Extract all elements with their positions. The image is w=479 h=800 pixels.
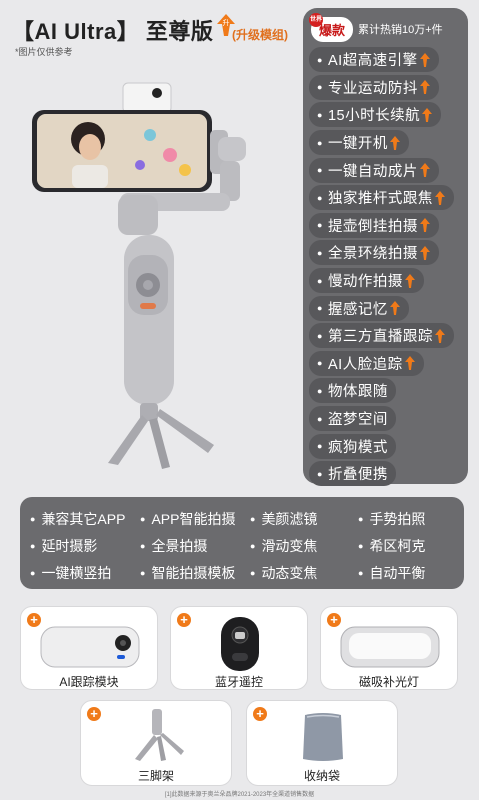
accessory-label: 磁吸补光灯 bbox=[358, 675, 419, 689]
upgrade-icon bbox=[434, 328, 445, 343]
mode-item: ● 延时摄影 bbox=[30, 537, 98, 554]
feature-item: ● 物体跟随 bbox=[309, 377, 462, 405]
plus-icon: + bbox=[253, 707, 267, 721]
accessory-label: 三脚架 bbox=[137, 769, 174, 783]
mode-item: ● 全景拍摄 bbox=[140, 537, 208, 554]
mode-item: ● 动态变焦 bbox=[250, 564, 318, 581]
feature-item: ● 专业运动防抖 bbox=[309, 74, 462, 102]
storage-bag-icon bbox=[303, 713, 343, 761]
hot-sale-row: 世界 爆款 累计热销10万+件 bbox=[309, 12, 462, 44]
mode-item: ● APP智能拍摄 bbox=[140, 510, 236, 527]
mode-item: ● 希区柯克 bbox=[358, 537, 426, 554]
accessory-card-ai-tracking-module[interactable]: + AI跟踪模块 bbox=[20, 606, 158, 690]
page-subtitle: (升级模组) bbox=[232, 28, 288, 42]
accessory-card-magnetic-fill-light[interactable]: + 磁吸补光灯 bbox=[320, 606, 458, 690]
feature-item: ● AI超高速引擎 bbox=[309, 46, 462, 74]
feature-item: ● 折叠便携 bbox=[309, 460, 462, 488]
fill-light-icon bbox=[340, 626, 440, 668]
mode-item: ● 一键横竖拍 bbox=[30, 564, 112, 581]
hot-badge-label: 爆款 bbox=[319, 22, 346, 38]
bluetooth-remote-icon bbox=[221, 617, 259, 671]
mode-item: ● 智能拍摄模板 bbox=[140, 564, 236, 581]
feature-item: ● 全景环绕拍摄 bbox=[309, 239, 462, 267]
mode-item: ● 自动平衡 bbox=[358, 564, 426, 581]
feature-list: ● AI超高速引擎 ● 专业运动防抖 ● 15小时长续航 ● 一键开机 ● 一键自动成片 … bbox=[309, 46, 462, 488]
feature-item: ● 盗梦空间 bbox=[309, 405, 462, 433]
feature-item: ● 第三方直播跟踪 bbox=[309, 322, 462, 350]
upgrade-icon bbox=[404, 356, 415, 371]
upgrade-icon bbox=[389, 301, 400, 316]
shooting-modes-panel: ● 兼容其它APP ● APP智能拍摄 ● 美颜滤镜 ● 手势拍照 ● 延时摄影 ● 全景拍… bbox=[20, 497, 464, 589]
image-note: *图片仅供参考 bbox=[15, 47, 73, 57]
upgrade-icon bbox=[422, 107, 433, 122]
gimbal-product-image bbox=[32, 82, 246, 469]
accessory-label: 蓝牙遥控 bbox=[214, 675, 263, 689]
page-title: 【AI Ultra】 至尊版 bbox=[12, 19, 214, 44]
footer-disclaimer: [1]此数据来源于奥兰朵品牌2021-2023年全渠道销售数据 bbox=[164, 792, 315, 798]
feature-item: ● 15小时长续航 bbox=[309, 101, 462, 129]
accessory-card-storage-bag[interactable]: + 收纳袋 bbox=[246, 700, 398, 786]
upgrade-icon bbox=[419, 218, 430, 233]
feature-item: ● 握感记忆 bbox=[309, 294, 462, 322]
upgrade-icon bbox=[404, 273, 415, 288]
upgrade-badge-text: 升 bbox=[223, 18, 230, 27]
feature-item: ● 疯狗模式 bbox=[309, 432, 462, 460]
hot-badge: 世界 爆款 bbox=[309, 12, 354, 42]
mode-item: ● 兼容其它APP bbox=[30, 510, 126, 527]
feature-item: ● AI人脸追踪 bbox=[309, 350, 462, 378]
accessory-label: AI跟踪模块 bbox=[59, 675, 119, 689]
feature-item: ● 一键开机 bbox=[309, 129, 462, 157]
mode-item: ● 滑动变焦 bbox=[250, 537, 318, 554]
plus-icon: + bbox=[177, 613, 191, 627]
feature-item: ● 一键自动成片 bbox=[309, 156, 462, 184]
accessory-card-bluetooth-remote[interactable]: + 蓝牙遥控 bbox=[170, 606, 308, 690]
accessory-card-tripod[interactable]: + 三脚架 bbox=[80, 700, 232, 786]
hot-sale-text: 累计热销10万+件 bbox=[358, 24, 443, 36]
product-page: 【AI Ultra】 至尊版 升 (升级模组) *图片仅供参考 世界 爆款 累计… bbox=[0, 0, 479, 800]
upgrade-icon bbox=[419, 163, 430, 178]
feature-item: ● 独家推杆式跟焦 bbox=[309, 184, 462, 212]
mode-item: ● 手势拍照 bbox=[358, 510, 426, 527]
accessory-label: 收纳袋 bbox=[303, 769, 340, 783]
upgrade-icon bbox=[419, 52, 430, 67]
upgrade-icon bbox=[389, 135, 400, 150]
feature-item: ● 提壶倒挂拍摄 bbox=[309, 212, 462, 240]
mode-item: ● 美颜滤镜 bbox=[250, 510, 318, 527]
tripod-icon bbox=[135, 709, 184, 761]
ai-tracking-module-icon bbox=[40, 626, 140, 668]
plus-icon: + bbox=[87, 707, 101, 721]
upgrade-icon bbox=[434, 190, 445, 205]
feature-panel: 世界 爆款 累计热销10万+件 ● AI超高速引擎 ● 专业运动防抖 ● 15小时长续… bbox=[303, 8, 468, 487]
feature-item: ● 慢动作拍摄 bbox=[309, 267, 462, 295]
upgrade-icon bbox=[419, 80, 430, 95]
upgrade-icon bbox=[419, 245, 430, 260]
hot-mark-icon: 世界 bbox=[309, 12, 323, 27]
